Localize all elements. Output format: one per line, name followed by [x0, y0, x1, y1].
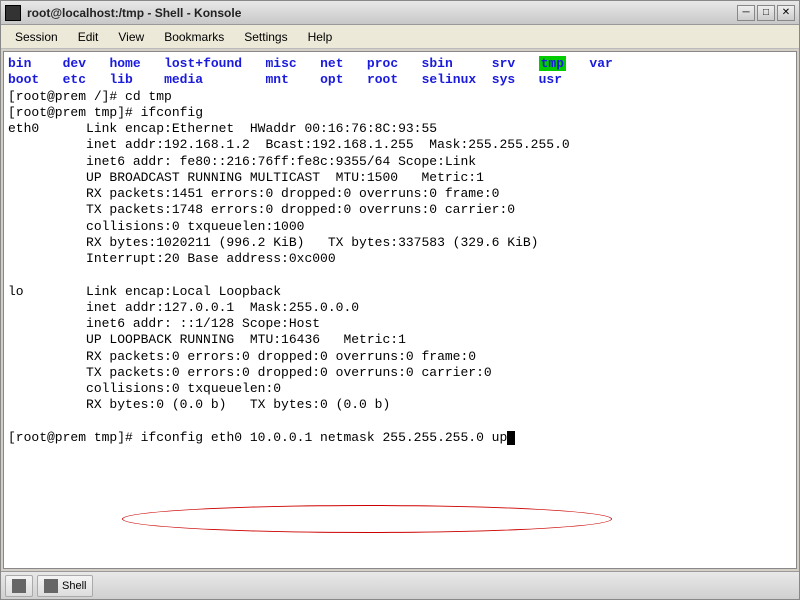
terminal-output-line: eth0 Link encap:Ethernet HWaddr 00:16:76… [8, 121, 792, 137]
titlebar[interactable]: root@localhost:/tmp - Shell - Konsole ─ … [1, 1, 799, 25]
window-icon [5, 5, 21, 21]
terminal-output-line: UP LOOPBACK RUNNING MTU:16436 Metric:1 [8, 332, 792, 348]
terminal-output-line: Interrupt:20 Base address:0xc000 [8, 251, 792, 267]
directory-entry: home [109, 56, 140, 71]
menu-bookmarks[interactable]: Bookmarks [154, 27, 234, 47]
menu-help[interactable]: Help [298, 27, 343, 47]
terminal-output-line [8, 267, 792, 283]
window-title: root@localhost:/tmp - Shell - Konsole [27, 6, 737, 20]
shell-tab-icon [44, 579, 58, 593]
directory-listing-row: bin dev home lost+found misc net proc sb… [8, 56, 792, 72]
close-button[interactable]: ✕ [777, 5, 795, 21]
directory-entry: boot [8, 72, 39, 87]
terminal-output-line: RX bytes:1020211 (996.2 KiB) TX bytes:33… [8, 235, 792, 251]
menu-session[interactable]: Session [5, 27, 68, 47]
directory-entry: lost+found [164, 56, 242, 71]
directory-entry: misc [265, 56, 296, 71]
directory-entry: sbin [422, 56, 453, 71]
terminal-output-line: TX packets:0 errors:0 dropped:0 overruns… [8, 365, 792, 381]
window-controls: ─ □ ✕ [737, 5, 795, 21]
menubar: Session Edit View Bookmarks Settings Hel… [1, 25, 799, 49]
terminal-output-line: lo Link encap:Local Loopback [8, 284, 792, 300]
directory-entry: usr [539, 72, 562, 87]
directory-entry: var [589, 56, 612, 71]
minimize-button[interactable]: ─ [737, 5, 755, 21]
directory-entry: tmp [539, 56, 566, 71]
terminal-output-line: UP BROADCAST RUNNING MULTICAST MTU:1500 … [8, 170, 792, 186]
terminal-output-line [8, 414, 792, 430]
directory-entry: dev [63, 56, 86, 71]
tab-bar: Shell [1, 571, 799, 599]
directory-entry: media [164, 72, 203, 87]
terminal-output-line: RX bytes:0 (0.0 b) TX bytes:0 (0.0 b) [8, 397, 792, 413]
konsole-window: root@localhost:/tmp - Shell - Konsole ─ … [0, 0, 800, 600]
new-tab-icon [12, 579, 26, 593]
menu-edit[interactable]: Edit [68, 27, 109, 47]
directory-entry: opt [320, 72, 343, 87]
directory-entry: sys [492, 72, 515, 87]
directory-entry: etc [63, 72, 86, 87]
maximize-button[interactable]: □ [757, 5, 775, 21]
directory-entry: srv [492, 56, 515, 71]
terminal-output-line: inet addr:127.0.0.1 Mask:255.0.0.0 [8, 300, 792, 316]
terminal-output-line: collisions:0 txqueuelen:1000 [8, 219, 792, 235]
terminal-area[interactable]: bin dev home lost+found misc net proc sb… [3, 51, 797, 569]
terminal-output-line: [root@prem tmp]# ifconfig [8, 105, 792, 121]
annotation-oval [122, 505, 612, 533]
terminal-output-line: inet6 addr: fe80::216:76ff:fe8c:9355/64 … [8, 154, 792, 170]
menu-settings[interactable]: Settings [234, 27, 297, 47]
directory-entry: lib [109, 72, 132, 87]
terminal-output-line: [root@prem /]# cd tmp [8, 89, 792, 105]
terminal-output-line: RX packets:0 errors:0 dropped:0 overruns… [8, 349, 792, 365]
terminal-output-line: TX packets:1748 errors:0 dropped:0 overr… [8, 202, 792, 218]
terminal-current-line[interactable]: [root@prem tmp]# ifconfig eth0 10.0.0.1 … [8, 430, 792, 446]
directory-entry: root [367, 72, 398, 87]
directory-listing-row: boot etc lib media mnt opt root selinux … [8, 72, 792, 88]
shell-prompt: [root@prem tmp]# [8, 430, 141, 445]
directory-entry: selinux [422, 72, 477, 87]
directory-entry: mnt [266, 72, 289, 87]
terminal-output-line: inet addr:192.168.1.2 Bcast:192.168.1.25… [8, 137, 792, 153]
terminal-output-line: inet6 addr: ::1/128 Scope:Host [8, 316, 792, 332]
terminal-output-line: RX packets:1451 errors:0 dropped:0 overr… [8, 186, 792, 202]
directory-entry: proc [367, 56, 398, 71]
terminal-output-line: collisions:0 txqueuelen:0 [8, 381, 792, 397]
new-tab-button[interactable] [5, 575, 33, 597]
menu-view[interactable]: View [108, 27, 154, 47]
text-cursor [507, 431, 515, 445]
shell-command-input[interactable]: ifconfig eth0 10.0.0.1 netmask 255.255.2… [141, 430, 508, 445]
shell-tab-label: Shell [62, 580, 86, 592]
directory-entry: bin [8, 56, 31, 71]
tab-shell[interactable]: Shell [37, 575, 93, 597]
directory-entry: net [320, 56, 343, 71]
